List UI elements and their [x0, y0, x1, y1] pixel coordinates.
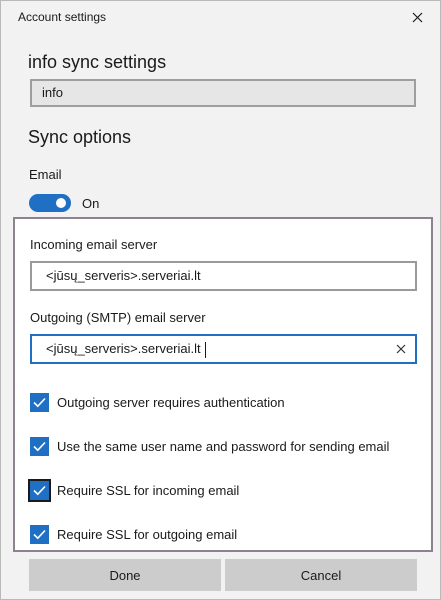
outgoing-server-value: <jūsų_serveris>.serveriai.lt: [46, 341, 201, 356]
outgoing-auth-checkbox[interactable]: [30, 393, 49, 412]
email-sync-toggle[interactable]: [29, 194, 71, 212]
checkmark-icon: [33, 397, 46, 408]
window-title: Account settings: [18, 10, 107, 24]
done-button[interactable]: Done: [29, 559, 221, 591]
close-button[interactable]: [402, 4, 432, 30]
incoming-server-input[interactable]: <jūsų_serveris>.serveriai.lt: [30, 261, 417, 291]
account-name-input[interactable]: info: [30, 79, 416, 107]
clear-icon: [396, 344, 406, 354]
same-credentials-checkbox[interactable]: [30, 437, 49, 456]
title-bar: Account settings: [1, 1, 440, 33]
ssl-outgoing-checkbox[interactable]: [30, 525, 49, 544]
toggle-state-label: On: [82, 196, 100, 211]
cancel-button[interactable]: Cancel: [225, 559, 417, 591]
ssl-outgoing-label: Require SSL for outgoing email: [57, 527, 238, 542]
ssl-incoming-label: Require SSL for incoming email: [57, 483, 240, 498]
same-credentials-label: Use the same user name and password for …: [57, 439, 390, 454]
checkmark-icon: [33, 441, 46, 452]
account-settings-window: Account settings info sync settings info…: [0, 0, 441, 600]
outgoing-server-label: Outgoing (SMTP) email server: [30, 310, 206, 325]
account-settings-heading: info sync settings: [28, 52, 167, 72]
checkmark-icon: [33, 529, 46, 540]
ssl-incoming-checkbox[interactable]: [28, 479, 51, 502]
toggle-knob: [56, 198, 66, 208]
outgoing-server-input[interactable]: <jūsų_serveris>.serveriai.lt: [30, 334, 417, 364]
outgoing-auth-label: Outgoing server requires authentication: [57, 395, 285, 410]
email-sync-label: Email: [29, 167, 62, 182]
text-caret: [204, 341, 206, 358]
clear-input-button[interactable]: [393, 341, 409, 357]
server-settings-panel: Incoming email server <jūsų_serveris>.se…: [13, 217, 433, 552]
checkmark-icon: [33, 485, 46, 496]
incoming-server-value: <jūsų_serveris>.serveriai.lt: [46, 268, 201, 283]
close-icon: [412, 12, 422, 22]
incoming-server-label: Incoming email server: [30, 237, 158, 252]
sync-options-heading: Sync options: [28, 127, 132, 147]
